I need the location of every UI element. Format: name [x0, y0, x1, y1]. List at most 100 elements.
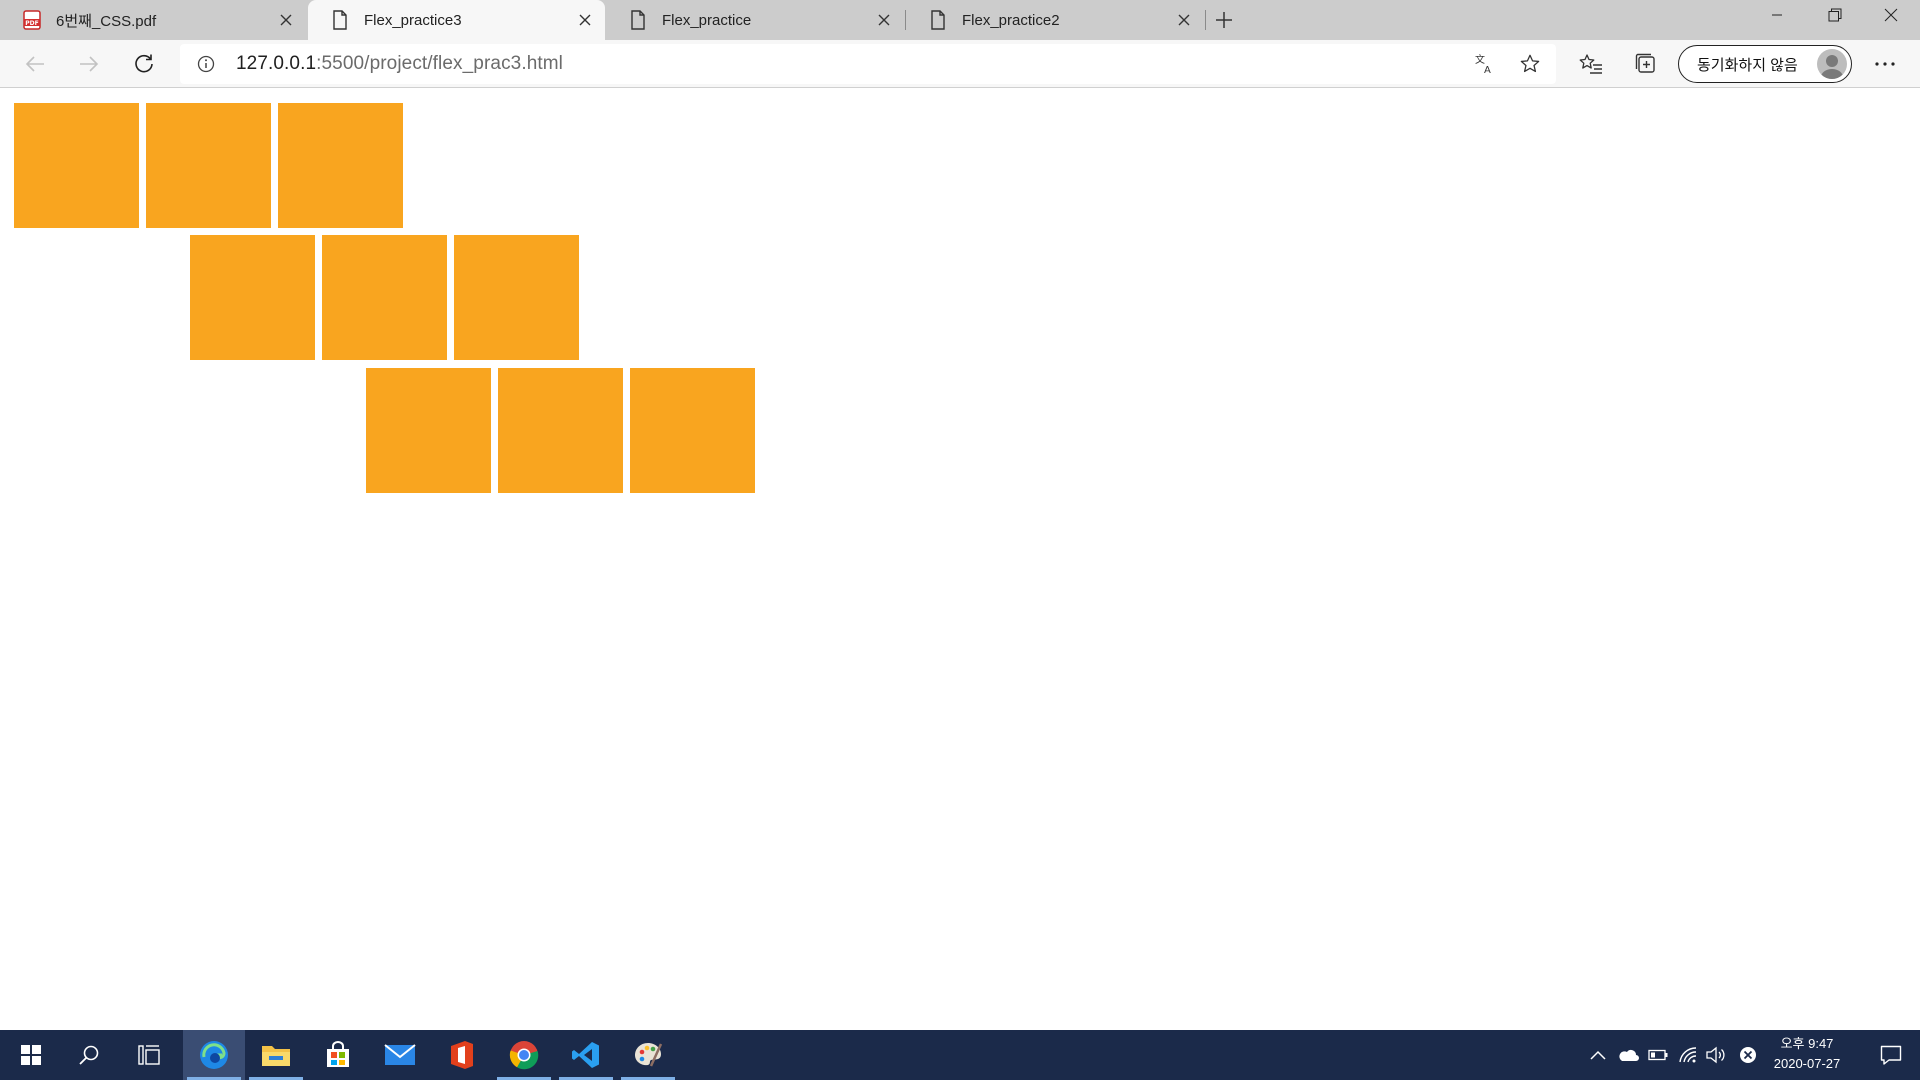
clock-date: 2020-07-27 [1773, 1056, 1841, 1071]
flex-row-1 [14, 103, 403, 228]
tab-separator [1205, 10, 1206, 30]
page-icon [330, 10, 350, 30]
office-icon [451, 1041, 473, 1069]
edge-icon [200, 1041, 228, 1069]
flex-item [454, 235, 579, 360]
translate-icon[interactable]: 文A [1465, 44, 1505, 84]
taskbar-edge[interactable] [183, 1030, 245, 1080]
pdf-icon: PDF [22, 10, 42, 30]
tab-title: Flex_practice2 [962, 11, 1060, 29]
minimize-button[interactable] [1748, 0, 1806, 30]
flex-item [630, 368, 755, 493]
chevron-up-icon [1590, 1050, 1606, 1060]
new-tab-button[interactable] [1208, 4, 1240, 36]
taskbar: 오후 9:47 2020-07-27 [0, 1030, 1920, 1080]
address-bar[interactable]: 127.0.0.1:5500/project/flex_prac3.html 文… [180, 44, 1556, 84]
url-path: :5500/project/flex_prac3.html [316, 53, 564, 74]
tab-flex-practice2[interactable]: Flex_practice2 [906, 0, 1204, 40]
notification-center-button[interactable] [1862, 1030, 1920, 1080]
page-icon [628, 10, 648, 30]
taskbar-paint[interactable] [617, 1030, 679, 1080]
url-host: 127.0.0.1 [236, 53, 317, 74]
taskbar-office[interactable] [431, 1030, 493, 1080]
minimize-icon [1772, 14, 1782, 16]
restore-button[interactable] [1806, 0, 1864, 30]
onedrive-cloud-icon [1619, 1050, 1639, 1061]
flex-row-3 [366, 368, 755, 493]
page-viewport [0, 89, 1920, 1030]
tab-strip: PDF 6번째_CSS.pdf Flex_practice3 Flex_prac… [0, 0, 1920, 40]
refresh-button[interactable] [124, 44, 164, 84]
volume-tray[interactable] [1704, 1043, 1728, 1067]
taskbar-mail[interactable] [369, 1030, 431, 1080]
taskbar-vscode[interactable] [555, 1030, 617, 1080]
search-button[interactable] [58, 1030, 120, 1080]
vscode-icon [572, 1042, 599, 1068]
tab-flex-practice[interactable]: Flex_practice [606, 0, 904, 40]
restore-icon [1828, 8, 1842, 22]
network-tray[interactable] [1676, 1043, 1700, 1067]
svg-text:PDF: PDF [25, 20, 38, 27]
flex-item [366, 368, 491, 493]
site-info-icon[interactable] [186, 44, 226, 84]
more-dots-icon [1875, 62, 1895, 66]
mail-icon [384, 1044, 416, 1065]
flex-item [498, 368, 623, 493]
wifi-icon [1679, 1047, 1697, 1063]
flex-item [322, 235, 447, 360]
user-avatar-icon [1821, 55, 1843, 79]
profile-sync-label: 동기화하지 않음 [1697, 56, 1798, 74]
back-arrow-icon [25, 56, 44, 72]
task-view-icon [138, 1045, 160, 1065]
tab-pdf[interactable]: PDF 6번째_CSS.pdf [0, 0, 306, 40]
forward-button[interactable] [69, 44, 109, 84]
file-explorer-icon [262, 1046, 290, 1066]
url-text[interactable]: 127.0.0.1:5500/project/flex_prac3.html [236, 53, 563, 75]
taskbar-chrome[interactable] [493, 1030, 555, 1080]
flex-item [146, 103, 271, 228]
flex-item [190, 235, 315, 360]
flex-row-2 [190, 235, 579, 360]
taskbar-file-explorer[interactable] [245, 1030, 307, 1080]
refresh-icon [135, 54, 153, 73]
tab-title: 6번째_CSS.pdf [56, 12, 157, 30]
collections-icon [1635, 53, 1655, 73]
taskbar-store[interactable] [307, 1030, 369, 1080]
flex-item [14, 103, 139, 228]
chrome-icon [509, 1041, 539, 1070]
forward-arrow-icon [80, 56, 99, 72]
profile-button[interactable]: 동기화하지 않음 [1678, 45, 1852, 83]
tab-title: Flex_practice3 [364, 11, 462, 29]
battery-tray[interactable] [1646, 1043, 1670, 1067]
onedrive-tray[interactable] [1616, 1043, 1640, 1067]
search-icon [79, 1045, 99, 1065]
collections-button[interactable] [1626, 44, 1666, 84]
speaker-icon [1706, 1046, 1725, 1064]
start-button[interactable] [0, 1030, 62, 1080]
start-icon [21, 1045, 41, 1065]
close-icon[interactable] [868, 4, 900, 36]
tab-title: Flex_practice [662, 11, 752, 29]
close-icon[interactable] [270, 4, 302, 36]
settings-more-button[interactable] [1865, 44, 1905, 84]
store-icon [327, 1041, 349, 1067]
browser-toolbar: 127.0.0.1:5500/project/flex_prac3.html 文… [0, 40, 1920, 88]
close-window-button[interactable] [1862, 0, 1920, 30]
close-icon[interactable] [569, 4, 601, 36]
show-hidden-icons-button[interactable] [1586, 1043, 1610, 1067]
flex-item [278, 103, 403, 228]
clock-time: 오후 9:47 [1780, 1036, 1834, 1051]
favorites-button[interactable] [1571, 44, 1611, 84]
task-view-button[interactable] [118, 1030, 180, 1080]
page-icon [928, 10, 948, 30]
back-button[interactable] [15, 44, 55, 84]
svg-text:A: A [1484, 65, 1491, 75]
system-clock[interactable]: 오후 9:47 2020-07-27 [1752, 1034, 1862, 1076]
close-icon [1884, 8, 1898, 22]
close-icon[interactable] [1168, 4, 1200, 36]
notification-icon [1880, 1045, 1902, 1065]
favorite-star-icon[interactable] [1510, 44, 1550, 84]
avatar [1817, 49, 1847, 79]
favorites-list-icon [1579, 54, 1602, 74]
tab-flex-practice3[interactable]: Flex_practice3 [308, 0, 605, 40]
